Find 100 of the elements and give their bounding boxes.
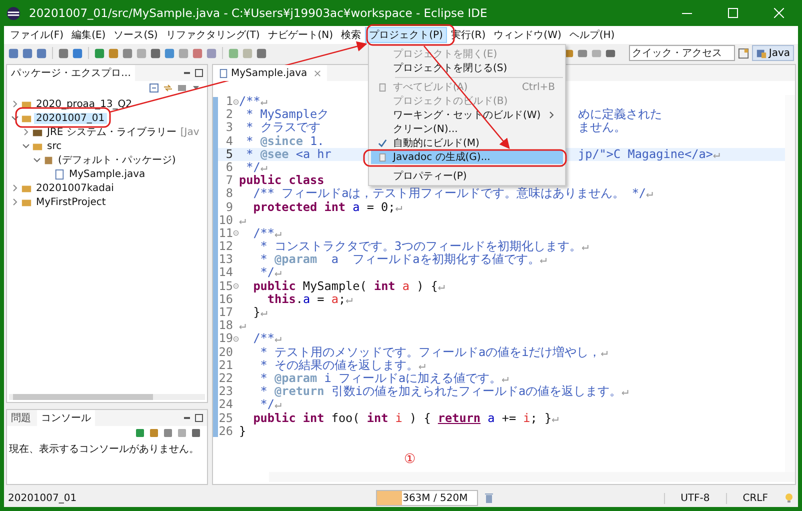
line-delimiter-label[interactable]: CRLF bbox=[726, 492, 784, 504]
line-number: 25 bbox=[218, 412, 233, 425]
toolbar-icon[interactable] bbox=[22, 48, 33, 58]
java-perspective-icon bbox=[756, 48, 767, 58]
code-text: * @param a フィールドaを初期化する値です。↵ bbox=[259, 253, 547, 266]
tree-item[interactable]: MySample.java bbox=[67, 168, 148, 180]
tree-item-detail: [Jav bbox=[180, 126, 200, 138]
tree-item[interactable]: (デフォルト・パッケージ) bbox=[56, 153, 178, 167]
line-number: 1 bbox=[224, 95, 233, 108]
menu-item[interactable]: クリーン(N)... bbox=[371, 122, 563, 136]
tree-item[interactable]: JRE システム・ライブラリー bbox=[45, 125, 178, 139]
toolbar-icon[interactable] bbox=[577, 48, 588, 58]
console-message: 現在、表示するコンソールがありません。 bbox=[8, 442, 200, 457]
collapsed-chevron-icon[interactable] bbox=[11, 100, 19, 108]
line-number: 15 bbox=[218, 280, 233, 293]
toolbar-icon[interactable] bbox=[192, 48, 203, 58]
line-number: 17 bbox=[218, 306, 233, 320]
code-text: ↵ bbox=[239, 214, 246, 227]
line-number: 20 bbox=[218, 346, 233, 359]
tree-item[interactable]: src bbox=[45, 140, 64, 152]
editor-tab[interactable]: MySample.java bbox=[213, 65, 328, 81]
line-number: 9 bbox=[224, 200, 233, 214]
code-text: */↵ bbox=[259, 266, 282, 280]
code-text: * @return 引数iの値を加えられたフィールドaの値を返します。↵ bbox=[259, 385, 629, 398]
toolbar-icon[interactable] bbox=[8, 48, 19, 58]
filter-icon[interactable] bbox=[177, 83, 187, 93]
line-number: 3 bbox=[224, 121, 233, 135]
toolbar-icon[interactable] bbox=[206, 48, 217, 58]
code-text: /** フィールドaは，テスト用フィールドです。意味はありません。 */↵ bbox=[253, 187, 654, 200]
tree-item[interactable]: 20201007_01 bbox=[34, 112, 107, 124]
toolbar-icon[interactable] bbox=[36, 48, 47, 58]
menu-item[interactable]: ナビゲート(N) bbox=[264, 27, 338, 43]
code-text: } bbox=[239, 424, 246, 438]
toolbar-icon[interactable] bbox=[108, 48, 119, 58]
collapsed-chevron-icon[interactable] bbox=[11, 198, 19, 206]
toolbar-icon[interactable] bbox=[58, 48, 69, 58]
menu-item[interactable]: リファクタリング(T) bbox=[162, 27, 264, 43]
menu-item[interactable]: ワーキング・セットのビルド(W) bbox=[371, 108, 563, 122]
package-icon bbox=[43, 154, 54, 166]
view-tab[interactable]: 問題 bbox=[7, 410, 35, 426]
heap-status-bar[interactable]: 363M / 520M bbox=[376, 490, 478, 506]
toolbar-icon[interactable] bbox=[164, 48, 175, 58]
code-text: jp/">C Magagine</a>↵ bbox=[578, 148, 720, 161]
toolbar-icon[interactable] bbox=[605, 48, 616, 58]
encoding-label[interactable]: UTF-8 bbox=[664, 492, 726, 504]
code-text: /**↵ bbox=[252, 332, 282, 346]
fold-icon[interactable] bbox=[233, 283, 239, 290]
toolbar-icon[interactable] bbox=[122, 48, 133, 58]
fold-icon[interactable] bbox=[233, 98, 239, 105]
line-number: 10 bbox=[218, 214, 233, 227]
java-file-icon bbox=[54, 168, 65, 180]
maximize-icon[interactable] bbox=[194, 68, 204, 78]
menu-item[interactable]: ヘルプ(H) bbox=[565, 27, 619, 43]
link-icon[interactable] bbox=[163, 83, 173, 93]
code-text: this.a = a;↵ bbox=[267, 292, 353, 306]
code-text: * @param i フィールドaに加える値です。↵ bbox=[259, 372, 509, 385]
line-number: 19 bbox=[218, 332, 233, 346]
menu-item[interactable]: ファイル(F) bbox=[6, 27, 68, 43]
open-perspective-icon[interactable] bbox=[738, 48, 749, 58]
expanded-chevron-icon[interactable] bbox=[11, 114, 19, 122]
expanded-chevron-icon[interactable] bbox=[33, 156, 41, 164]
fold-icon[interactable] bbox=[233, 336, 239, 342]
menu-item[interactable]: Javadoc の生成(G)... bbox=[371, 150, 563, 164]
menu-item[interactable]: ソース(S) bbox=[110, 27, 162, 43]
menu-item[interactable]: 自動的にビルド(M) bbox=[371, 136, 563, 150]
tree-item[interactable]: MyFirstProject bbox=[34, 196, 108, 208]
toolbar-icon[interactable] bbox=[150, 48, 161, 58]
collapsed-chevron-icon[interactable] bbox=[22, 128, 30, 136]
menu-item[interactable]: プロパティー(P) bbox=[371, 169, 563, 183]
menu-item[interactable]: プロジェクト(P) bbox=[365, 27, 447, 43]
toolbar-icon[interactable] bbox=[228, 48, 239, 58]
collapse-all-icon[interactable] bbox=[149, 83, 159, 93]
toolbar-icon[interactable] bbox=[72, 48, 83, 58]
fold-icon[interactable] bbox=[233, 230, 239, 236]
menu-item[interactable]: 検索 bbox=[337, 27, 366, 43]
trash-icon[interactable] bbox=[484, 492, 494, 504]
tree-item[interactable]: 2020_proaa_13_Q2 bbox=[34, 98, 134, 110]
toolbar-icon[interactable] bbox=[94, 48, 105, 58]
line-number: 11 bbox=[218, 226, 233, 240]
toolbar-icon[interactable] bbox=[178, 48, 189, 58]
maximize-icon[interactable] bbox=[194, 413, 204, 423]
menu-item[interactable]: ウィンドウ(W) bbox=[490, 27, 566, 43]
collapsed-chevron-icon[interactable] bbox=[11, 184, 19, 192]
quick-access-field[interactable]: クイック・アクセス bbox=[628, 45, 735, 61]
close-icon[interactable] bbox=[314, 70, 322, 76]
view-tab[interactable]: コンソール bbox=[37, 410, 95, 426]
code-text: }↵ bbox=[252, 306, 268, 320]
code-text: public class bbox=[239, 174, 324, 188]
line-number: 6 bbox=[224, 160, 233, 174]
tree-item[interactable]: 20201007kadai bbox=[34, 182, 116, 194]
toolbar-icon[interactable] bbox=[256, 48, 267, 58]
line-number: 8 bbox=[224, 187, 233, 200]
code-text: * クラスです bbox=[245, 121, 320, 135]
java-perspective-button[interactable]: Java bbox=[752, 45, 794, 61]
line-number: 4 bbox=[224, 134, 233, 148]
expanded-chevron-icon[interactable] bbox=[22, 142, 30, 150]
package-explorer-tab[interactable]: パッケージ・エクスプロ… bbox=[7, 65, 135, 81]
menu-item[interactable]: 編集(E) bbox=[68, 27, 110, 43]
lightbulb-icon[interactable] bbox=[784, 492, 794, 504]
line-number: 14 bbox=[218, 266, 233, 280]
